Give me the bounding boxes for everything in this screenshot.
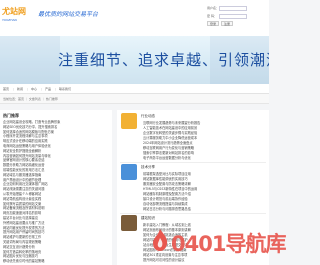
article-link[interactable]: 企业网站建设全攻略，打造专业品牌形象 xyxy=(3,120,109,124)
article-link[interactable]: 电商网站运营策略与用户体验优化 xyxy=(3,144,109,148)
article-link[interactable]: 电子商务平台运营数据分析与优化 xyxy=(143,156,267,160)
article-link[interactable]: 关键词布局与内容规划策略 xyxy=(3,240,109,244)
article-link[interactable]: 网站图片优化与压缩技巧 xyxy=(3,254,109,258)
nav-separator: | xyxy=(41,87,43,91)
article-link[interactable]: 响应式设计在移动端的应用实践 xyxy=(3,139,109,143)
article-link[interactable]: 企业数字化转型的关键步骤与实践经验 xyxy=(143,131,267,135)
breadcrumb: 当前位置：首页 ｜ 文章列表 ｜ 热门推荐 xyxy=(3,97,58,101)
article-link[interactable]: 网站改版需要注意的关键问题 xyxy=(3,187,109,191)
article-link[interactable]: 云计算服务助力中小企业降低运营成本 xyxy=(143,136,267,140)
article-link[interactable]: HTML5与CSS3新特性在项目中的运用 xyxy=(143,187,267,191)
nav-item-home[interactable]: 首页 xyxy=(3,87,9,91)
nav-separator: | xyxy=(27,87,29,91)
article-link[interactable]: 前端性能优化的常用方法汇总 xyxy=(3,168,109,172)
register-button[interactable]: 注册 xyxy=(221,21,234,26)
article-link[interactable]: 网站日志分析与问题排查思路总结 xyxy=(143,207,267,211)
article-link[interactable]: 前端框架选型对比与实际项目应用 xyxy=(143,172,267,176)
article-link[interactable]: 网站域名与服务器选择指南 xyxy=(3,173,109,177)
nav-item-news[interactable]: 新闻 xyxy=(17,87,23,91)
article-link[interactable]: 用户界面设计中的细节处理 xyxy=(3,178,109,182)
password-input[interactable] xyxy=(219,13,247,19)
article-link[interactable]: 网站内链优化提升权重的方法 xyxy=(3,226,109,230)
category-thumbnail[interactable] xyxy=(121,164,137,180)
article-link[interactable]: 数据分析助力网站精细化运营 xyxy=(3,163,109,167)
article-link[interactable]: 建站平台对比与选择建议 xyxy=(3,216,109,220)
article-link[interactable]: 网站缓存机制原理及配置方法介绍 xyxy=(143,192,267,196)
category-thumbnail[interactable] xyxy=(121,113,137,129)
article-link[interactable]: 自动化部署流程搭建与持续集成 xyxy=(143,202,267,206)
section-divider xyxy=(120,213,266,214)
header-slogan: 最优质的网站交易平台 xyxy=(38,11,99,18)
nav-separator: | xyxy=(55,87,57,91)
article-link[interactable]: 如何选择合适的网站模板与配色方案 xyxy=(3,130,109,134)
username-label: 用户名： xyxy=(207,6,220,10)
logo-sub-text: YOUZHAN xyxy=(2,18,17,22)
article-link[interactable]: 服务器安全配置与防攻击策略详解 xyxy=(143,182,267,186)
watermark-text: 0401导航库 xyxy=(171,232,286,256)
article-link[interactable]: 网站交互设计趋势分析 xyxy=(3,245,109,249)
article-link[interactable]: 移动优先索引时代的建站策略 xyxy=(3,259,109,263)
section-divider xyxy=(120,162,266,163)
article-link[interactable]: 网站数据库性能调优的实用技巧 xyxy=(143,177,267,181)
article-link[interactable]: 人工智能技术在网站建设中的应用前景 xyxy=(143,126,267,130)
article-link[interactable]: 外贸网站建设要点与推广方法 xyxy=(3,221,109,225)
username-input[interactable] xyxy=(219,5,247,11)
article-link[interactable]: 企业如何利用社交媒体推广网站 xyxy=(3,182,109,186)
password-label: 密 码： xyxy=(207,14,217,18)
site-header: 尤站网 YOUZHAN 最优质的网站交易平台 用户名： 密 码： 登录 注册 xyxy=(0,0,269,36)
article-link[interactable]: 互联网行业发展趋势与未来展望分析报告 xyxy=(143,121,267,125)
article-link[interactable]: 接口设计规范与前后端协作经验 xyxy=(143,197,267,201)
article-link[interactable]: 小程序开发流程详解与注意事项 xyxy=(3,134,109,138)
article-link[interactable]: 网页加载速度对排名的影响 xyxy=(3,211,109,215)
article-link[interactable]: 提升网站用户停留时间的技巧 xyxy=(3,230,109,234)
article-link[interactable]: 网站备案流程及所需材料说明 xyxy=(3,206,109,210)
article-link[interactable]: 如何撰写高质量的网站文案 xyxy=(3,202,109,206)
logo-main-text: 尤站网 xyxy=(2,7,26,16)
category-title[interactable]: 行业动态 xyxy=(141,114,155,119)
article-link[interactable]: 从零开始搭建个人博客网站 xyxy=(3,192,109,196)
article-link[interactable]: 提升网站可访问性的设计建议 xyxy=(143,258,267,262)
login-panel: 用户名： 密 码： 登录 注册 xyxy=(207,5,265,26)
main-nav: 首页 | 新闻 | 中心 | 产品 | 联系我们 xyxy=(0,84,269,94)
article-link[interactable]: 网站维护与更新的日常工作 xyxy=(3,235,109,239)
nav-item-center[interactable]: 中心 xyxy=(31,87,37,91)
article-link[interactable]: 新手建站入门教程：从域名到上线 xyxy=(143,223,267,227)
article-link[interactable]: 内容营销如何提升网站流量与转化 xyxy=(3,154,109,158)
article-link[interactable]: 网站SEO优化技巧分享，提升搜索排名 xyxy=(3,125,109,129)
site-logo[interactable]: 尤站网 YOUZHAN xyxy=(2,6,30,22)
article-link[interactable]: 2024年网站设计流行趋势全面盘点 xyxy=(143,141,267,145)
article-link[interactable]: 移动互联网用户行为变化与营销策略 xyxy=(143,146,267,150)
left-column-title: 热门推荐 xyxy=(3,113,19,118)
category-title[interactable]: 技术分享 xyxy=(141,165,155,170)
login-button[interactable]: 登录 xyxy=(207,21,220,26)
article-link[interactable]: 搜索引擎算法更新对网站排名的影响 xyxy=(143,151,267,155)
category-thumbnail[interactable] xyxy=(121,215,137,231)
nav-item-contact[interactable]: 联系我们 xyxy=(59,87,71,91)
article-link[interactable]: 网站导航结构设计最佳实践 xyxy=(3,197,109,201)
category-title[interactable]: 建站知识 xyxy=(141,216,155,221)
hero-banner: 注重细节、追求卓越、引领潮流 xyxy=(0,36,269,84)
banner-slogan: 注重细节、追求卓越、引领潮流 xyxy=(58,51,269,69)
article-link[interactable]: 品牌官网设计的核心要素总结 xyxy=(3,158,109,162)
breadcrumb-bar: 当前位置：首页 ｜ 文章列表 ｜ 热门推荐 xyxy=(0,94,269,104)
nav-separator: | xyxy=(13,87,15,91)
nav-item-products[interactable]: 产品 xyxy=(45,87,51,91)
flame-logo-icon xyxy=(153,229,168,251)
left-column: 热门推荐 企业网站建设全攻略，打造专业品牌形象 网站SEO优化技巧分享，提升搜索排… xyxy=(0,110,112,265)
article-link[interactable]: 如何打造高转化率的落地页 xyxy=(3,250,109,254)
article-link[interactable]: 网站安全防护措施全面解析 xyxy=(3,149,109,153)
